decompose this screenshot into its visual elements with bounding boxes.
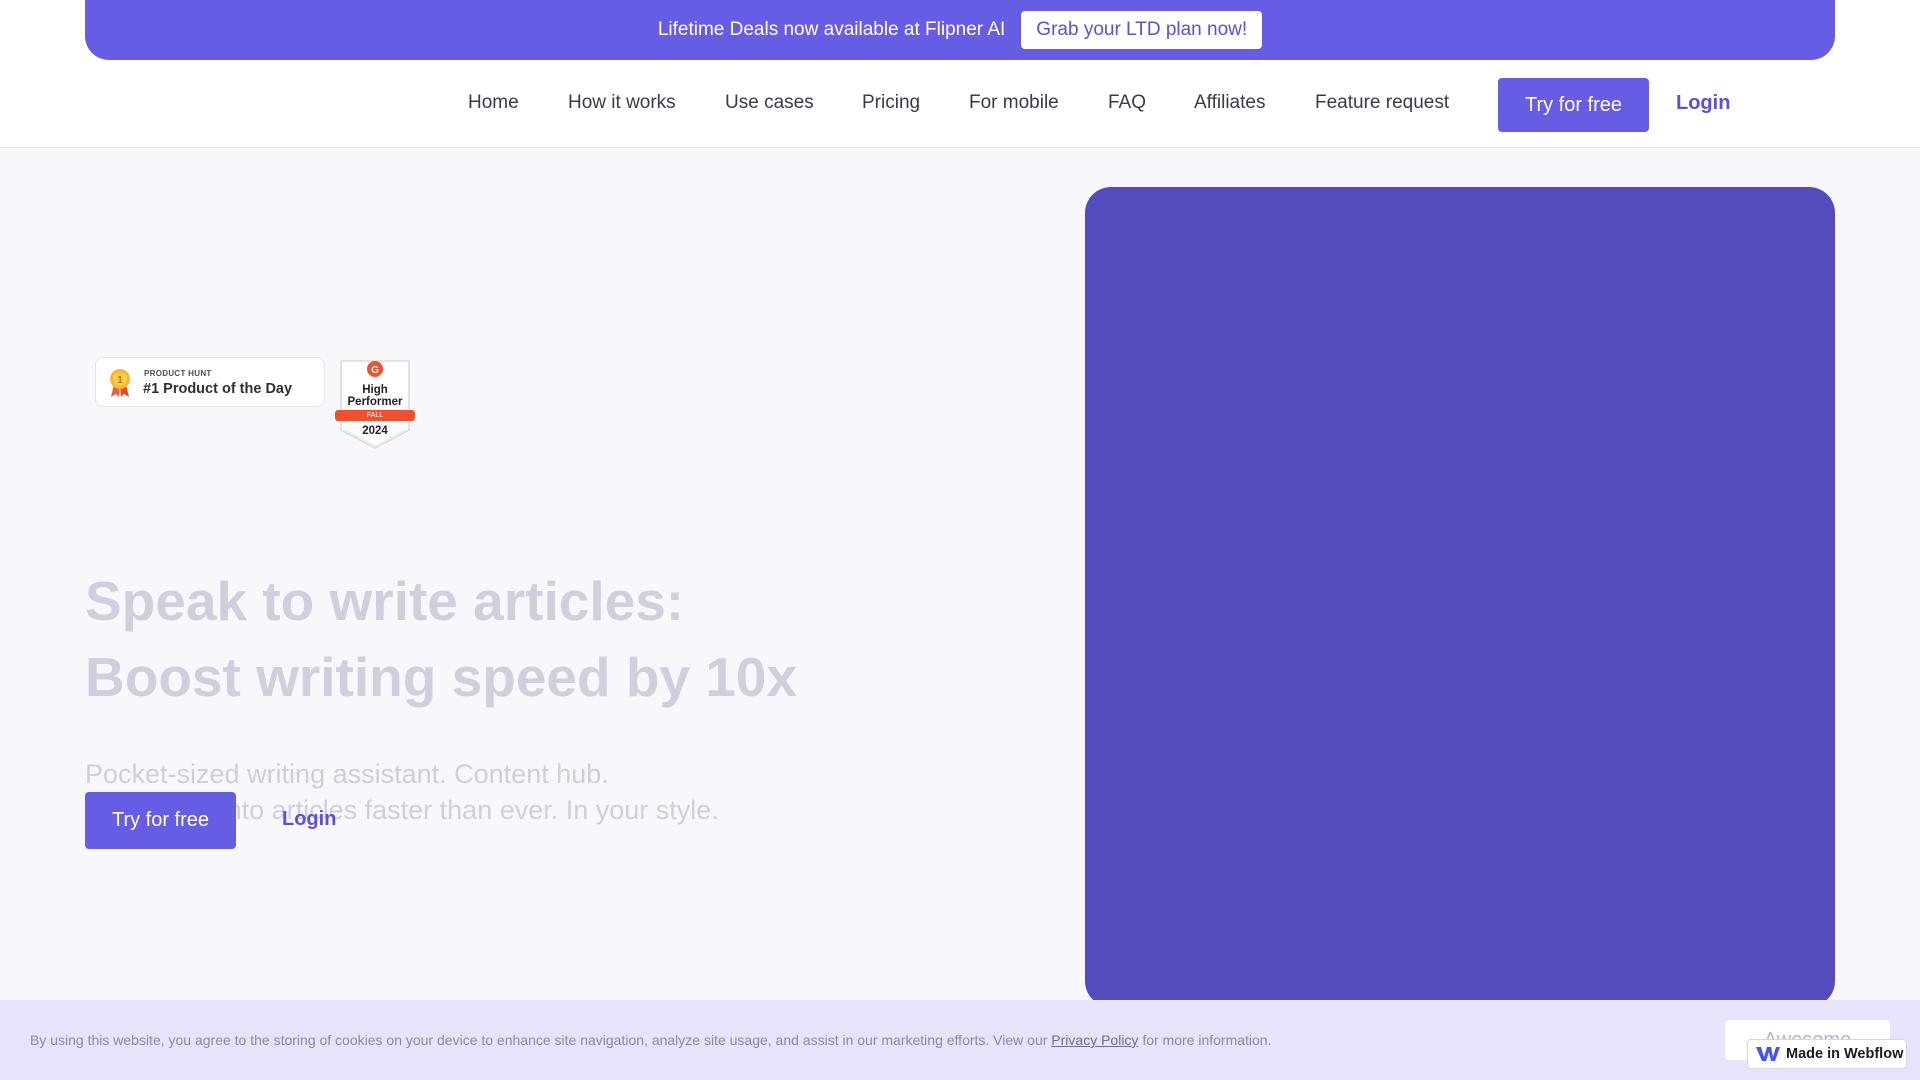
g2-high-performer-badge[interactable]: G High Performer FALL 2024 bbox=[335, 360, 415, 452]
promo-text: Lifetime Deals now available at Flipner … bbox=[657, 19, 1006, 40]
product-hunt-label: PRODUCT HUNT bbox=[144, 369, 212, 378]
nav-for-mobile[interactable]: For mobile bbox=[969, 92, 1059, 114]
grab-ltd-button[interactable]: Grab your LTD plan now! bbox=[1021, 11, 1263, 49]
nav-how-it-works[interactable]: How it works bbox=[568, 92, 676, 114]
g2-line1: High bbox=[362, 384, 388, 396]
nav-try-for-free-button[interactable]: Try for free bbox=[1498, 78, 1649, 132]
hero-login-link[interactable]: Login bbox=[282, 808, 336, 831]
main-nav: Home How it works Use cases Pricing For … bbox=[0, 78, 1920, 134]
nav-login-link[interactable]: Login bbox=[1676, 92, 1730, 115]
nav-home[interactable]: Home bbox=[468, 92, 519, 114]
hero-try-for-free-button[interactable]: Try for free bbox=[85, 792, 236, 849]
medal-icon: 1 bbox=[110, 369, 130, 397]
nav-faq[interactable]: FAQ bbox=[1108, 92, 1146, 114]
hero-title-line2: Boost writing speed by 10x bbox=[85, 646, 798, 708]
nav-feature-request[interactable]: Feature request bbox=[1315, 92, 1449, 114]
nav-pricing[interactable]: Pricing bbox=[862, 92, 920, 114]
product-of-the-day-label: #1 Product of the Day bbox=[143, 381, 293, 397]
g2-year: 2024 bbox=[362, 425, 388, 437]
cookie-banner: By using this website, you agree to the … bbox=[0, 1000, 1920, 1080]
made-in-webflow-badge[interactable]: Made in Webflow bbox=[1747, 1039, 1907, 1069]
privacy-policy-link[interactable]: Privacy Policy bbox=[1051, 1032, 1138, 1048]
g2-season: FALL bbox=[366, 412, 384, 419]
product-hunt-badge[interactable]: 1 PRODUCT HUNT #1 Product of the Day bbox=[95, 357, 325, 407]
svg-text:G: G bbox=[371, 365, 379, 376]
svg-text:1: 1 bbox=[117, 375, 123, 386]
site-header: Lifetime Deals now available at Flipner … bbox=[0, 0, 1920, 148]
nav-use-cases[interactable]: Use cases bbox=[725, 92, 814, 114]
hero-media-panel bbox=[1085, 187, 1835, 1007]
g2-line2: Performer bbox=[347, 396, 403, 408]
cookie-text-after: for more information. bbox=[1138, 1032, 1272, 1048]
hero-title: Speak to write articles: Boost writing s… bbox=[85, 563, 985, 715]
cookie-text: By using this website, you agree to the … bbox=[30, 1032, 1272, 1048]
cookie-text-before: By using this website, you agree to the … bbox=[30, 1032, 1052, 1048]
webflow-badge-label: Made in Webflow bbox=[1786, 1046, 1904, 1062]
hero-title-line1: Speak to write articles: bbox=[85, 570, 685, 632]
webflow-logo-icon bbox=[1756, 1047, 1780, 1061]
hero-subtitle-line1: Pocket-sized writing assistant. Content … bbox=[85, 759, 609, 789]
promo-bar: Lifetime Deals now available at Flipner … bbox=[85, 0, 1835, 60]
nav-affiliates[interactable]: Affiliates bbox=[1194, 92, 1265, 114]
